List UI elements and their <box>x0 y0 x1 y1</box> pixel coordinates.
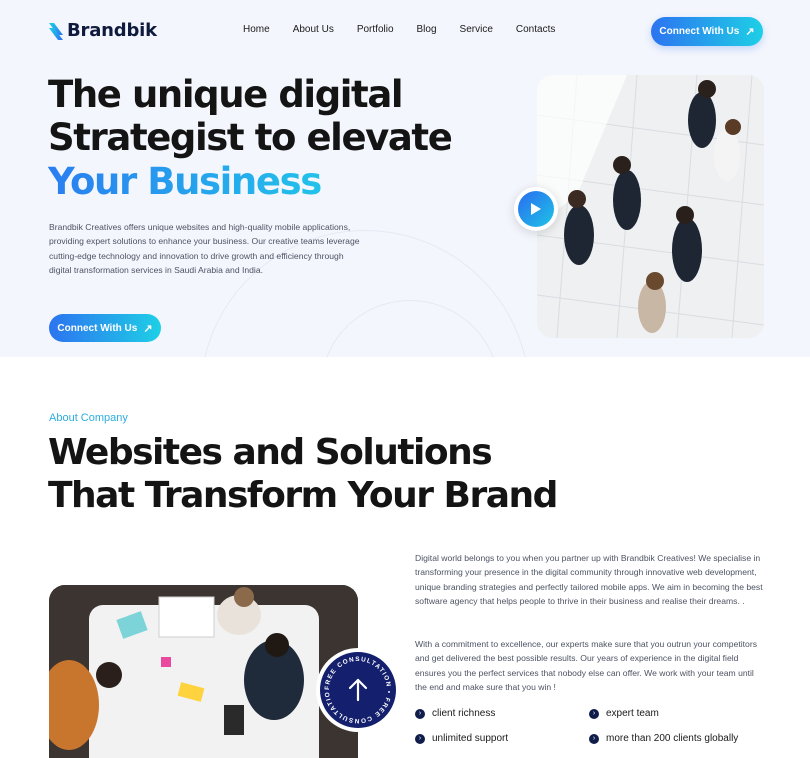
arrow-up-right-icon: ↗ <box>745 26 755 38</box>
nav-home[interactable]: Home <box>243 24 270 35</box>
svg-text:FREE CONSULTATION • FREE CONSU: FREE CONSULTATION • FREE CONSULTATION • <box>320 652 392 724</box>
feature-item: › expert team <box>589 708 659 719</box>
badge-text: FREE CONSULTATION • FREE CONSULTATION • <box>317 647 391 724</box>
play-icon <box>518 191 554 227</box>
feature-label: more than 200 clients globally <box>606 733 739 744</box>
nav-contacts[interactable]: Contacts <box>516 24 555 35</box>
brand-logo-icon <box>49 22 63 40</box>
chevron-right-icon: › <box>589 708 599 719</box>
connect-button-header[interactable]: Connect With Us ↗ <box>651 17 763 46</box>
hero-section: Brandbik Home About Us Portfolio Blog Se… <box>0 0 810 357</box>
nav-portfolio[interactable]: Portfolio <box>357 24 394 35</box>
team-meeting-image <box>49 585 358 758</box>
chevron-right-icon: › <box>415 733 425 744</box>
arrow-up-right-icon <box>348 678 368 702</box>
feature-label: expert team <box>606 708 659 719</box>
hero-title-line3: Your Business <box>48 160 322 203</box>
arrow-up-right-icon: ↗ <box>143 322 153 335</box>
feature-item: › more than 200 clients globally <box>589 733 738 744</box>
about-title-line2: That Transform Your Brand <box>48 475 558 516</box>
nav-about-us[interactable]: About Us <box>293 24 334 35</box>
brand-logo[interactable]: Brandbik <box>48 20 157 41</box>
nav-blog[interactable]: Blog <box>417 24 437 35</box>
about-paragraph-2: With a commitment to excellence, our exp… <box>415 639 757 693</box>
hero-image <box>537 75 764 338</box>
play-video-button[interactable] <box>514 187 558 231</box>
hero-title-line2: Strategist to elevate <box>48 116 453 159</box>
feature-item: › client richness <box>415 708 495 719</box>
feature-item: › unlimited support <box>415 733 508 744</box>
about-title-line1: Websites and Solutions <box>48 432 493 473</box>
connect-button-label: Connect With Us <box>57 322 138 334</box>
section-label: About Company <box>49 412 128 424</box>
main-nav: Home About Us Portfolio Blog Service Con… <box>243 24 578 35</box>
feature-label: unlimited support <box>432 733 509 744</box>
connect-button-hero[interactable]: Connect With Us ↗ <box>49 314 161 342</box>
nav-service[interactable]: Service <box>460 24 493 35</box>
chevron-right-icon: › <box>415 708 425 719</box>
about-paragraph-1: Digital world belongs to you when you pa… <box>415 553 763 607</box>
free-consultation-badge[interactable]: FREE CONSULTATION • FREE CONSULTATION • <box>316 647 400 732</box>
feature-label: client richness <box>432 708 496 719</box>
hero-description: Brandbik Creatives offers unique website… <box>49 222 360 276</box>
hero-title-line1: The unique digital <box>48 73 404 116</box>
chevron-right-icon: › <box>589 733 599 744</box>
brand-name: Brandbik <box>67 20 157 41</box>
connect-button-label: Connect With Us <box>659 26 740 37</box>
